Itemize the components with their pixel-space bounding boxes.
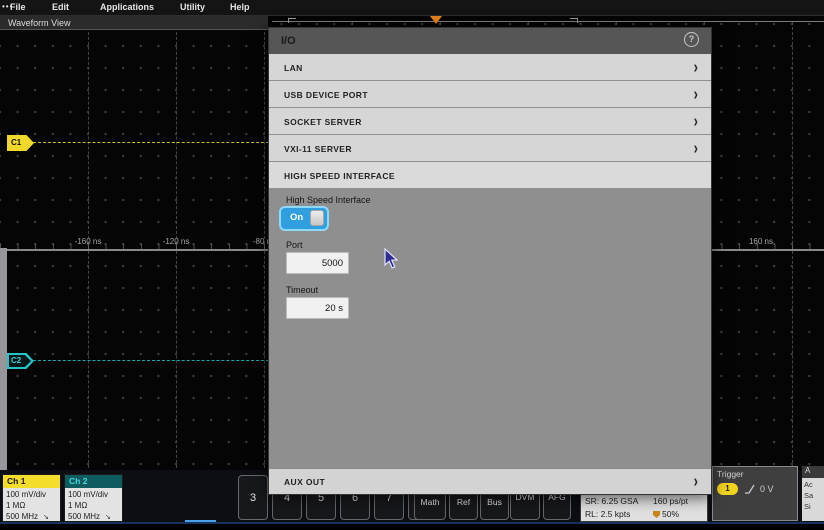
row-vxi11-server[interactable]: VXI-11 SERVER › (269, 135, 711, 162)
time-resolution: 160 ps/pt (653, 495, 688, 508)
horizontal-acquisition-badge[interactable]: SR: 6.25 GSA RL: 2.5 kpts 160 ps/pt 50% (580, 493, 708, 522)
sample-rate: SR: 6.25 GSA (585, 495, 707, 508)
channel1-bandwidth: 500 MHz (6, 512, 38, 521)
axis-label: 160 ns (749, 237, 773, 246)
tab-waveform-view[interactable]: Waveform View (8, 18, 71, 28)
channel2-bandwidth: 500 MHz (68, 512, 100, 521)
dialog-title: I/O (281, 35, 296, 47)
menu-applications[interactable]: Applications (100, 2, 154, 12)
hsi-toggle[interactable]: On (279, 206, 329, 231)
menu-edit[interactable]: Edit (52, 2, 69, 12)
bandwidth-icon: ↘ (105, 514, 111, 521)
toggle-knob[interactable] (310, 210, 324, 226)
bottom-strip (0, 524, 824, 530)
row-aux-out[interactable]: AUX OUT › (269, 468, 711, 494)
trigger-position-icon[interactable] (430, 16, 442, 24)
mouse-cursor (384, 248, 400, 270)
add-channel-3-button[interactable]: 3 (238, 475, 268, 520)
io-dialog: I/O ? LAN › USB DEVICE PORT › SOCKET SER… (268, 27, 712, 495)
toggle-state: On (290, 212, 303, 223)
channel2-marker[interactable]: C2 (7, 353, 34, 369)
axis-label: -160 ns (75, 237, 102, 246)
channel1-scale: 100 mV/div (6, 489, 60, 500)
channel1-reference-line (33, 142, 269, 143)
help-icon[interactable]: ? (684, 32, 699, 47)
rising-edge-icon (744, 483, 756, 495)
acquisition-panel-header: A (802, 466, 824, 478)
view-tab-bar: Waveform View (0, 16, 268, 30)
hsi-toggle-label: High Speed Interface (286, 195, 371, 205)
timeout-label: Timeout (286, 285, 318, 295)
channel2-reference-line (33, 360, 269, 361)
left-edge-strip (0, 248, 7, 470)
expansion-bracket-left (288, 18, 296, 23)
row-socket-server[interactable]: SOCKET SERVER › (269, 108, 711, 135)
acquisition-row: Sa (804, 490, 824, 501)
channel2-badge-title: Ch 2 (65, 475, 122, 488)
oscilloscope-screen: ••• File Edit Applications Utility Help … (0, 0, 824, 530)
io-dialog-titlebar: I/O ? (269, 28, 711, 54)
menu-bar: ••• File Edit Applications Utility Help (0, 0, 824, 16)
acquisition-panel-partial[interactable]: A Ac Sa Si (801, 466, 824, 521)
row-lan[interactable]: LAN › (269, 54, 711, 81)
channel1-badge-title: Ch 1 (3, 475, 60, 488)
trigger-source-badge: 1 (717, 483, 738, 495)
row-high-speed-interface[interactable]: HIGH SPEED INTERFACE (269, 162, 711, 189)
trigger-level: 0 V (760, 484, 774, 494)
chevron-right-icon: › (694, 470, 698, 490)
horizontal-position-icon (653, 511, 660, 518)
channel1-badge[interactable]: Ch 1 100 mV/div 1 MΩ 500 MHz ↘ (2, 474, 61, 522)
port-input[interactable] (286, 252, 349, 274)
row-usb-device-port[interactable]: USB DEVICE PORT › (269, 81, 711, 108)
graticule-top-line (272, 21, 824, 22)
port-label: Port (286, 240, 303, 250)
chevron-right-icon: › (694, 56, 698, 76)
chevron-right-icon: › (694, 83, 698, 103)
channel1-marker[interactable]: C1 (7, 135, 34, 151)
menu-utility[interactable]: Utility (180, 2, 205, 12)
trigger-badge[interactable]: Trigger 1 0 V (712, 466, 798, 521)
timeout-input[interactable] (286, 297, 349, 319)
channel2-impedance: 1 MΩ (68, 500, 122, 511)
expansion-bracket-right (570, 18, 578, 23)
channel2-badge[interactable]: Ch 2 100 mV/div 1 MΩ 500 MHz ↘ (64, 474, 123, 522)
menu-help[interactable]: Help (230, 2, 250, 12)
axis-label: -120 ns (163, 237, 190, 246)
chevron-right-icon: › (694, 110, 698, 130)
trigger-title: Trigger (717, 469, 744, 479)
menu-file[interactable]: File (10, 2, 26, 12)
high-speed-interface-section: High Speed Interface On Port Timeout (269, 189, 711, 470)
channel2-scale: 100 mV/div (68, 489, 122, 500)
record-length: RL: 2.5 kpts (585, 508, 707, 521)
channel1-impedance: 1 MΩ (6, 500, 60, 511)
bandwidth-icon: ↘ (43, 514, 49, 521)
chevron-right-icon: › (694, 137, 698, 157)
acquisition-row: Si (804, 501, 824, 512)
horizontal-position: 50% (662, 509, 679, 519)
acquisition-row: Ac (804, 479, 824, 490)
